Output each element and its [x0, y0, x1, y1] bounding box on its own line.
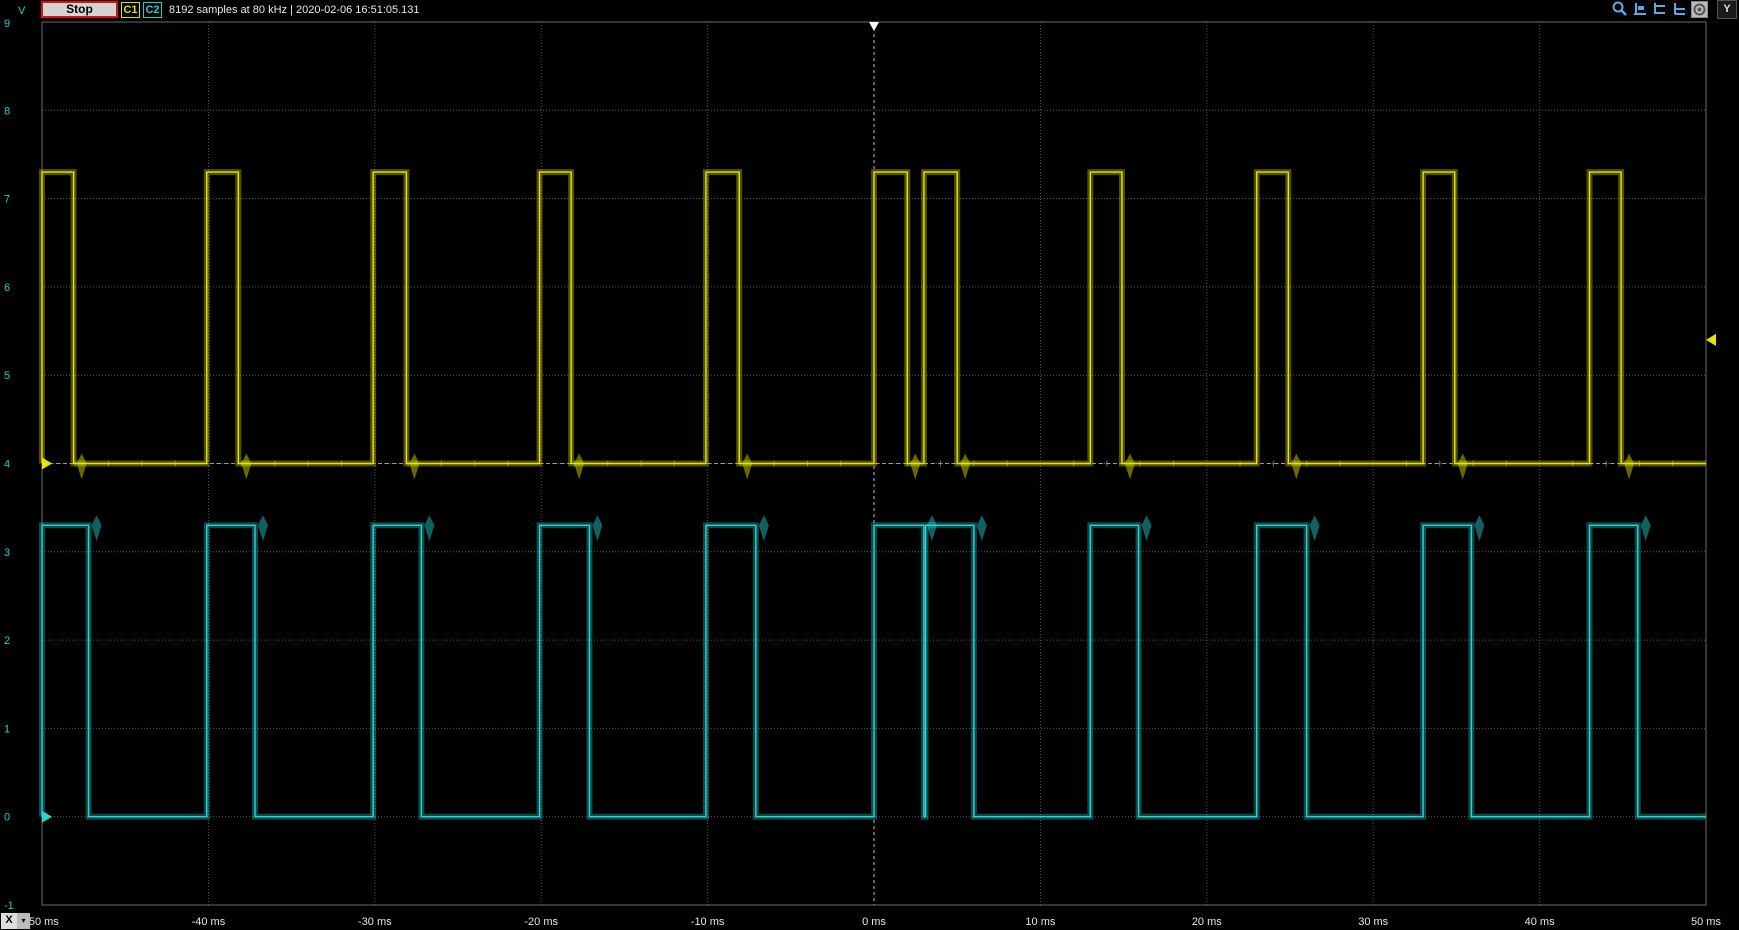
y-axis-menu-button[interactable]: Y — [1717, 0, 1737, 19]
y-tick-label: 0 — [4, 812, 10, 824]
acquisition-status: 8192 samples at 80 kHz | 2020-02-06 16:5… — [169, 4, 420, 16]
zoom-icon[interactable] — [1611, 1, 1628, 18]
x-tick-label: 10 ms — [1025, 916, 1055, 928]
x-tick-label: -20 ms — [524, 916, 558, 928]
y-tick-label: 1 — [4, 723, 10, 735]
x-tick-label: 30 ms — [1358, 916, 1388, 928]
y-tick-label: 8 — [4, 105, 10, 117]
y-tick-label: -1 — [4, 900, 14, 912]
x-tick-label: 40 ms — [1525, 916, 1555, 928]
chevron-down-icon[interactable]: ▾ — [17, 913, 30, 929]
x-axis-menu-button[interactable]: X — [1, 913, 17, 929]
y-tick-label: 6 — [4, 282, 10, 294]
vertical-cursor-icon[interactable] — [1671, 1, 1688, 18]
oscilloscope-plot[interactable]: -10123456789 -50 ms -40 ms -30 ms -20 ms -10… — [0, 0, 1739, 930]
y-tick-label: 3 — [4, 547, 10, 559]
horizontal-cursor-icon[interactable] — [1651, 1, 1668, 18]
x-tick-label: -50 ms — [25, 916, 59, 928]
y-unit-label: V — [18, 5, 26, 17]
channel1-button[interactable]: C1 — [121, 2, 140, 18]
autoscale-icon[interactable] — [1691, 1, 1708, 18]
x-tick-label: 20 ms — [1192, 916, 1222, 928]
stop-button[interactable]: Stop — [41, 1, 118, 18]
top-toolbar: V Stop C1 C2 8192 samples at 80 kHz | 20… — [0, 0, 1739, 20]
y-tick-label: 2 — [4, 635, 10, 647]
y-tick-label: 7 — [4, 194, 10, 206]
x-tick-label: -10 ms — [691, 916, 725, 928]
cursor-measure-icon[interactable] — [1631, 1, 1648, 18]
x-tick-label: -40 ms — [192, 916, 226, 928]
x-tick-label: -30 ms — [358, 916, 392, 928]
x-tick-label: 0 ms — [862, 916, 886, 928]
channel2-button[interactable]: C2 — [143, 2, 162, 18]
y-tick-label: 5 — [4, 370, 10, 382]
y-tick-label: 4 — [4, 459, 10, 471]
x-tick-label: 50 ms — [1691, 916, 1721, 928]
